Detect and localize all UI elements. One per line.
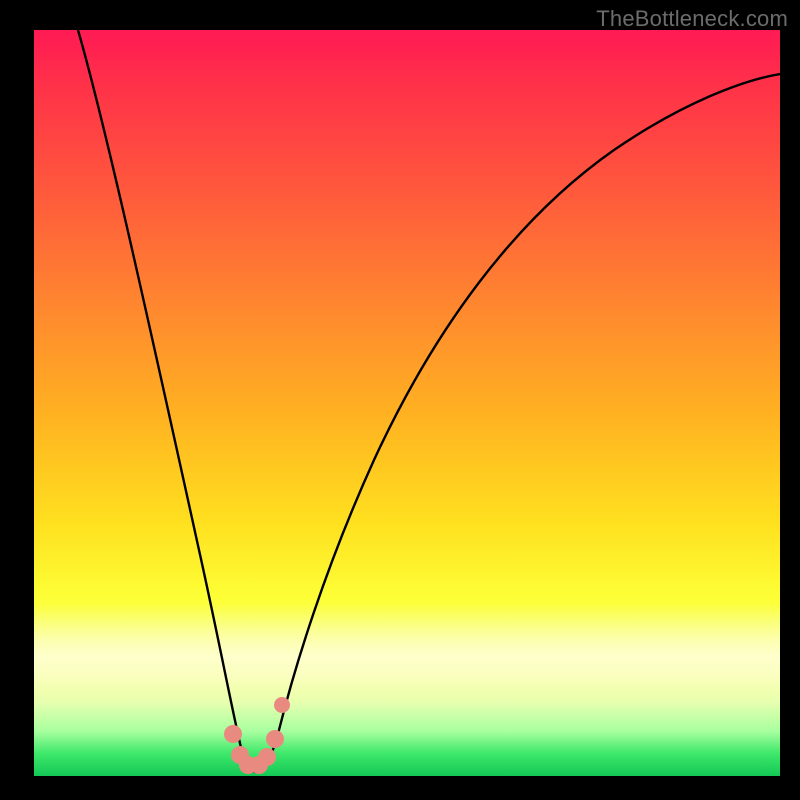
watermark-text: TheBottleneck.com xyxy=(596,6,788,32)
marker-c xyxy=(239,756,257,774)
marker-g xyxy=(274,697,290,713)
plot-area xyxy=(34,30,780,776)
curve-layer xyxy=(34,30,780,776)
marker-b xyxy=(231,746,249,764)
bottleneck-curve xyxy=(78,30,780,772)
marker-d xyxy=(250,756,268,774)
marker-cluster xyxy=(224,697,290,774)
marker-f xyxy=(266,730,284,748)
marker-e xyxy=(258,748,276,766)
chart-frame: TheBottleneck.com xyxy=(0,0,800,800)
highlight-band xyxy=(34,604,780,701)
marker-a xyxy=(224,725,242,743)
